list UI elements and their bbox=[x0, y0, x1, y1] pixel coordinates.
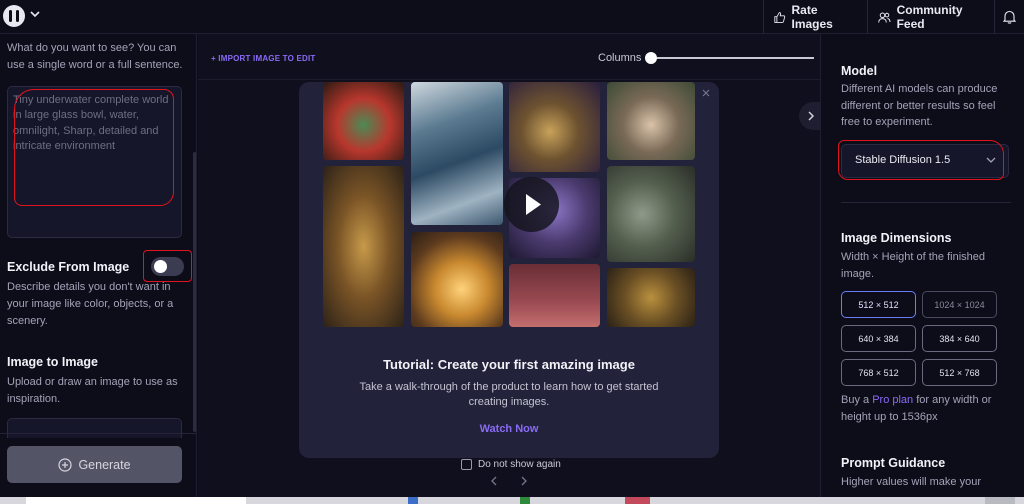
columns-slider-thumb[interactable] bbox=[645, 52, 657, 64]
rate-images-button[interactable]: Rate Images bbox=[763, 0, 864, 34]
exclude-heading: Exclude From Image bbox=[7, 260, 130, 274]
tutorial-image-collage bbox=[323, 82, 695, 327]
prompt-help-text: What do you want to see? You can use a s… bbox=[7, 42, 183, 71]
img2img-heading: Image to Image bbox=[7, 355, 98, 369]
left-divider bbox=[0, 433, 197, 434]
tutorial-title: Tutorial: Create your first amazing imag… bbox=[383, 357, 635, 372]
dont-show-again[interactable]: Do not show again bbox=[461, 459, 561, 470]
generate-label: Generate bbox=[78, 457, 131, 472]
exclude-help-text: Describe details you don't want in your … bbox=[7, 281, 174, 327]
columns-slider-track[interactable] bbox=[651, 57, 814, 59]
guidance-help-text: Higher values will make your bbox=[841, 476, 981, 488]
play-video-button[interactable] bbox=[504, 177, 559, 232]
tutorial-description: Take a walk-through of the product to le… bbox=[359, 381, 659, 408]
pro-plan-prefix: Buy a bbox=[841, 394, 873, 406]
chevron-down-icon[interactable] bbox=[30, 10, 40, 18]
left-scrollbar[interactable] bbox=[193, 152, 196, 432]
pro-plan-link[interactable]: Pro plan bbox=[872, 394, 913, 406]
dimension-768x512-button[interactable]: 768 × 512 bbox=[841, 359, 916, 386]
prompt-annotation-outline bbox=[14, 89, 174, 206]
taskbar-app-icon[interactable] bbox=[625, 497, 650, 504]
tutorial-modal: Tutorial: Create your first amazing imag… bbox=[299, 82, 719, 458]
pro-plan-text: Buy a Pro plan for any width or height u… bbox=[841, 392, 1011, 425]
collage-image-golden-armor bbox=[509, 82, 600, 172]
app-logo-icon[interactable] bbox=[3, 5, 25, 27]
right-divider bbox=[841, 202, 1011, 203]
rate-images-label: Rate Images bbox=[791, 3, 833, 31]
dimension-640x384-button[interactable]: 640 × 384 bbox=[841, 325, 916, 352]
users-icon bbox=[878, 12, 891, 22]
taskbar-app-icon[interactable] bbox=[408, 497, 418, 504]
dimensions-help-text: Width × Height of the finished image. bbox=[841, 251, 985, 280]
chevron-right-icon[interactable] bbox=[520, 476, 528, 486]
collage-image-bust bbox=[509, 264, 600, 327]
community-feed-label: Community Feed bbox=[896, 3, 963, 31]
model-heading: Model bbox=[841, 64, 878, 78]
bell-icon bbox=[1003, 10, 1016, 24]
right-panel: Model Different AI models can produce di… bbox=[820, 34, 1024, 504]
chevron-left-icon[interactable] bbox=[490, 476, 498, 486]
collage-image-flames bbox=[411, 232, 503, 327]
img2img-upload-area[interactable] bbox=[7, 418, 182, 438]
dimension-1024x1024-button[interactable]: 1024 × 1024 bbox=[922, 291, 997, 318]
left-panel: What do you want to see? You can use a s… bbox=[0, 34, 197, 504]
guidance-heading: Prompt Guidance bbox=[841, 456, 946, 470]
play-icon bbox=[526, 194, 541, 215]
notifications-button[interactable] bbox=[994, 0, 1024, 34]
img2img-help-text: Upload or draw an image to use as inspir… bbox=[7, 376, 178, 405]
plus-circle-icon bbox=[58, 457, 73, 472]
collage-image-helmet bbox=[607, 268, 695, 327]
model-annotation-outline bbox=[838, 140, 1004, 180]
generate-button[interactable]: Generate bbox=[7, 446, 182, 483]
chevron-right-icon bbox=[808, 111, 815, 121]
taskbar-clock[interactable] bbox=[985, 497, 1015, 504]
watch-now-link[interactable]: Watch Now bbox=[299, 423, 719, 435]
toggle-annotation-outline bbox=[143, 250, 192, 282]
dimension-384x640-button[interactable]: 384 × 640 bbox=[922, 325, 997, 352]
center-canvas: + IMPORT IMAGE TO EDIT Columns Tutorial:… bbox=[198, 34, 821, 504]
taskbar-window-preview[interactable] bbox=[26, 497, 246, 504]
collage-image-robot-warrior bbox=[323, 82, 404, 160]
model-help-text: Different AI models can produce differen… bbox=[841, 83, 998, 128]
dimension-512x512-button[interactable]: 512 × 512 bbox=[841, 291, 916, 318]
taskbar-app-icon[interactable] bbox=[520, 497, 530, 504]
dont-show-checkbox[interactable] bbox=[461, 459, 472, 470]
collage-image-ocean-waves bbox=[411, 82, 503, 225]
close-icon[interactable] bbox=[701, 88, 711, 98]
thumbs-up-icon bbox=[774, 11, 786, 23]
collage-image-golden-creature bbox=[323, 166, 404, 327]
collage-image-old-man bbox=[607, 82, 695, 160]
os-taskbar bbox=[0, 497, 1024, 504]
center-divider bbox=[198, 79, 820, 80]
dimensions-heading: Image Dimensions bbox=[841, 231, 952, 245]
import-image-link[interactable]: + IMPORT IMAGE TO EDIT bbox=[211, 54, 315, 63]
columns-label: Columns bbox=[598, 52, 642, 64]
collage-image-dragon bbox=[607, 166, 695, 262]
dimension-512x768-button[interactable]: 512 × 768 bbox=[922, 359, 997, 386]
dont-show-label: Do not show again bbox=[478, 459, 561, 470]
top-bar: Rate Images Community Feed bbox=[0, 0, 1024, 34]
community-feed-button[interactable]: Community Feed bbox=[867, 0, 994, 34]
expand-right-panel-button[interactable] bbox=[799, 102, 821, 130]
